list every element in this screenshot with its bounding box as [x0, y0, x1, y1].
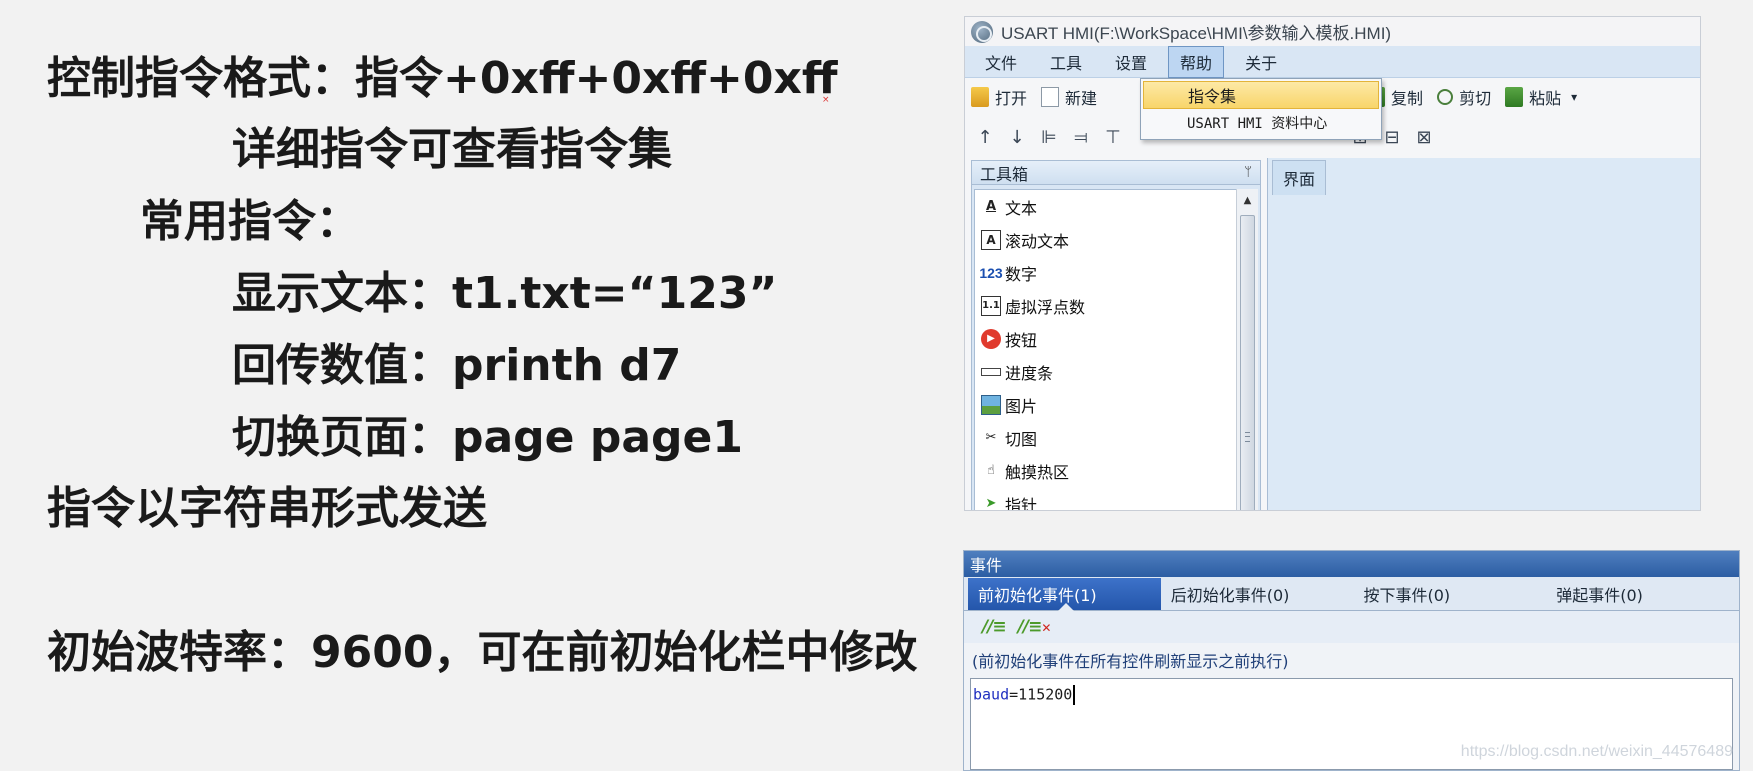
tool-hotspot[interactable]: ☝ 触摸热区 — [975, 454, 1237, 487]
window-title: USART HMI(F:\WorkSpace\HMI\参数输入模板.HMI) — [1001, 24, 1392, 43]
events-header: 事件 — [964, 551, 1739, 577]
tool-label: 文本 — [1005, 198, 1038, 218]
help-dropdown-menu: 指令集 USART HMI 资料中心 — [1140, 78, 1382, 140]
new-label: 新建 — [1065, 89, 1098, 108]
menu-bar: 文件 工具 设置 帮助 关于 — [965, 45, 1700, 78]
folder-open-icon — [971, 87, 989, 107]
format-heading: 控制指令格式：指令+0xff+0xff+0xff — [47, 53, 838, 104]
pin-icon[interactable]: ᛘ — [1244, 165, 1252, 180]
hmi-editor-window: USART HMI(F:\WorkSpace\HMI\参数输入模板.HMI) 文… — [964, 16, 1701, 511]
tool-label: 切图 — [1005, 429, 1038, 449]
number-icon: 123 — [979, 264, 1003, 281]
tool-picture[interactable]: 图片 — [975, 388, 1237, 421]
menu-about[interactable]: 关于 — [1233, 46, 1289, 78]
watermark: https://blog.csdn.net/weixin_44576489 — [1460, 743, 1733, 760]
tool-label: 数字 — [1005, 264, 1038, 284]
tool-pointer[interactable]: ➤ 指针 — [975, 487, 1237, 511]
code-value: =115200 — [1009, 685, 1073, 704]
app-logo-icon — [971, 20, 993, 43]
distribute-v-icon[interactable]: ⊠ — [1410, 124, 1438, 150]
event-description: (前初始化事件在所有控件刷新显示之前执行) — [964, 643, 1739, 677]
title-bar: USART HMI(F:\WorkSpace\HMI\参数输入模板.HMI) — [965, 17, 1700, 46]
stray-mark: × — [822, 95, 830, 105]
tab-page[interactable]: 界面 — [1272, 160, 1327, 195]
return-value-command: 回传数值：printh d7 — [232, 340, 682, 391]
comment-icon[interactable]: //≡ — [982, 617, 1007, 637]
toolbox-title: 工具箱 — [980, 164, 1029, 184]
paste-button[interactable]: 粘贴 ▾ — [1505, 85, 1577, 109]
tool-label: 进度条 — [1005, 363, 1054, 383]
events-panel: 事件 前初始化事件(1) 后初始化事件(0) 按下事件(0) 弹起事件(0) /… — [963, 550, 1740, 771]
string-send-note: 指令以字符串形式发送 — [47, 483, 487, 534]
scrollbar-grip — [1245, 432, 1250, 442]
tool-number[interactable]: 123 数字 — [975, 256, 1237, 289]
design-canvas[interactable]: 界面 — [1267, 158, 1700, 510]
align-top-icon[interactable]: ⊤ — [1099, 124, 1127, 150]
tool-float[interactable]: 1.1 虚拟浮点数 — [975, 289, 1237, 322]
open-button[interactable]: 打开 — [971, 85, 1027, 109]
arrow-pointer-icon: ➤ — [985, 496, 997, 511]
tab-release-event[interactable]: 弹起事件(0) — [1546, 578, 1739, 610]
float-icon: 1.1 — [981, 295, 1001, 316]
scroll-text-icon: A — [981, 229, 1001, 250]
baud-rate-note: 初始波特率：9600，可在前初始化栏中修改 — [47, 627, 918, 678]
tab-pre-init-event[interactable]: 前初始化事件(1) — [968, 578, 1161, 611]
cut-button[interactable]: 剪切 — [1437, 85, 1491, 109]
menu-tools[interactable]: 工具 — [1038, 46, 1094, 78]
toolbox-list: A 文本 A 滚动文本 123 数字 1.1 虚拟浮点数 ▶ 按钮 进度条 图片… — [974, 189, 1238, 511]
menu-file[interactable]: 文件 — [973, 46, 1029, 78]
menu-item-resource-center[interactable]: USART HMI 资料中心 — [1143, 109, 1379, 137]
events-tabs: 前初始化事件(1) 后初始化事件(0) 按下事件(0) 弹起事件(0) — [964, 577, 1739, 611]
switch-page-command: 切换页面：page page1 — [232, 412, 743, 463]
paste-dropdown-arrow-icon[interactable]: ▾ — [1571, 90, 1577, 104]
events-toolbar: //≡ //≡✕ — [964, 611, 1739, 643]
copy-label: 复制 — [1391, 89, 1424, 108]
command-set-note: 详细指令可查看指令集 — [232, 124, 672, 175]
paste-icon — [1505, 87, 1524, 107]
tab-press-event[interactable]: 按下事件(0) — [1354, 578, 1547, 610]
code-keyword: baud — [973, 685, 1010, 704]
tab-post-init-event[interactable]: 后初始化事件(0) — [1161, 578, 1354, 610]
tool-label: 图片 — [1005, 396, 1038, 416]
toolbox-header: 工具箱 ᛘ — [972, 161, 1260, 185]
cut-label: 剪切 — [1459, 89, 1492, 108]
scissors-icon: ✂ — [985, 430, 997, 445]
paste-label: 粘贴 — [1529, 89, 1562, 108]
show-text-command: 显示文本：t1.txt=“123” — [232, 268, 778, 319]
tool-label: 按钮 — [1005, 330, 1038, 350]
tool-label: 滚动文本 — [1005, 231, 1070, 251]
align-left-icon[interactable]: ⊫ — [1035, 124, 1063, 150]
new-file-icon — [1041, 87, 1060, 107]
tool-scroll-text[interactable]: A 滚动文本 — [975, 223, 1237, 256]
button-icon: ▶ — [981, 328, 1001, 349]
menu-settings[interactable]: 设置 — [1103, 46, 1159, 78]
move-down-icon[interactable]: ↓ — [1003, 124, 1031, 150]
tool-text[interactable]: A 文本 — [975, 190, 1237, 223]
progress-bar-icon — [981, 367, 1001, 376]
text-caret — [1073, 685, 1076, 705]
move-up-icon[interactable]: ↑ — [971, 124, 999, 150]
tool-button[interactable]: ▶ 按钮 — [975, 322, 1237, 355]
hand-pointer-icon: ☝ — [987, 463, 995, 478]
new-button[interactable]: 新建 — [1041, 85, 1097, 109]
distribute-h-icon[interactable]: ⊟ — [1378, 124, 1406, 150]
scroll-up-icon[interactable]: ▲ — [1237, 189, 1258, 211]
scissors-icon — [1437, 89, 1454, 105]
tool-label: 触摸热区 — [1005, 462, 1070, 482]
menu-help[interactable]: 帮助 — [1168, 45, 1225, 78]
tool-crop[interactable]: ✂ 切图 — [975, 421, 1237, 454]
toolbox-panel: 工具箱 ᛘ A 文本 A 滚动文本 123 数字 1.1 虚拟浮点数 ▶ 按钮 — [971, 160, 1261, 511]
tool-label: 指针 — [1005, 495, 1038, 511]
picture-icon — [981, 394, 1001, 415]
common-commands-heading: 常用指令： — [140, 196, 360, 247]
align-right-icon[interactable]: ⫤ — [1067, 124, 1095, 150]
tool-label: 虚拟浮点数 — [1005, 297, 1086, 317]
scrollbar-thumb[interactable] — [1240, 215, 1255, 510]
uncomment-icon[interactable]: //≡✕ — [1018, 617, 1052, 637]
toolbox-scrollbar[interactable]: ▲ — [1236, 189, 1258, 510]
open-label: 打开 — [995, 89, 1028, 108]
tool-progress[interactable]: 进度条 — [975, 355, 1237, 388]
menu-item-command-set[interactable]: 指令集 — [1143, 81, 1379, 109]
text-icon: A — [985, 199, 997, 214]
